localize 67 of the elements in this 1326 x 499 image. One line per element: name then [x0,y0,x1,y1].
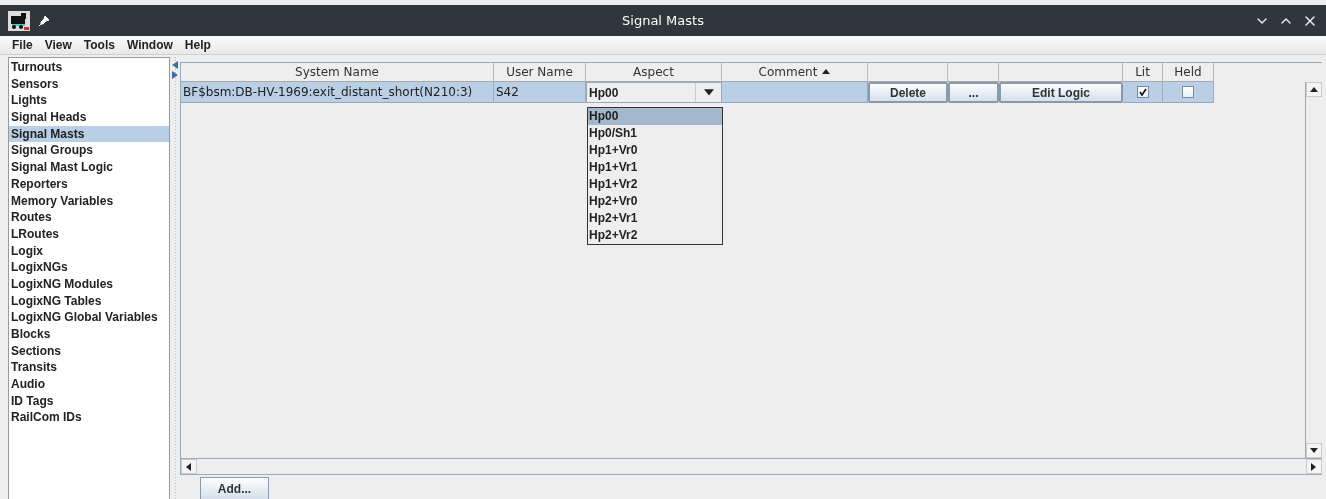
sidebar-item[interactable]: Turnouts [9,59,169,76]
scroll-down-icon [1310,446,1318,455]
sidebar-item[interactable]: Blocks [9,326,169,343]
sidebar-item[interactable]: LogixNG Modules [9,275,169,293]
dropdown-option[interactable]: Hp1+Vr1 [588,159,722,176]
scroll-up-button[interactable] [1306,82,1322,97]
collapse-left-icon[interactable] [172,61,178,69]
dropdown-option[interactable]: Hp2+Vr2 [588,227,722,244]
sidebar-item[interactable]: Memory Variables [9,192,169,210]
sidebar-item[interactable]: ID Tags [9,392,169,410]
sidebar-item[interactable]: Logix [9,242,169,260]
sidebar-item[interactable]: LogixNG Global Variables [9,309,169,326]
sidebar-item[interactable]: LRoutes [9,225,169,243]
scroll-left-icon [185,462,193,471]
sidebar-item[interactable]: Signal Mast Logic [9,159,169,176]
scroll-right-button[interactable] [1306,459,1322,474]
sidebar-item[interactable]: LogixNG Tables [9,292,169,310]
sidebar-item[interactable]: Lights [9,92,169,110]
edit-logic-button[interactable]: Edit Logic [999,82,1123,103]
table-cell: S42 [494,82,586,103]
sidebar-item[interactable]: Signal Groups [9,142,169,160]
column-header[interactable]: Held [1163,63,1214,82]
dropdown-option[interactable]: Hp0/Sh1 [588,125,722,142]
sidebar-item[interactable]: RailCom IDs [9,409,169,427]
delete-button[interactable]: Delete [868,82,948,103]
scroll-down-button[interactable] [1306,443,1322,458]
sort-ascending-icon [822,68,831,76]
table-cell: BF$bsm:DB-HV-1969:exit_distant_short(N210:3) [181,82,494,103]
column-header[interactable]: System Name [181,63,494,82]
scroll-left-button[interactable] [181,459,197,474]
menu-item[interactable]: Tools [77,38,121,52]
dropdown-option[interactable]: Hp00 [588,108,722,125]
menu-item[interactable]: View [38,38,78,52]
column-header[interactable]: Comment [722,63,868,82]
menu-item[interactable]: Help [178,38,217,52]
sidebar-item[interactable]: Sections [9,342,169,360]
horizontal-scrollbar[interactable] [181,458,1322,474]
held-checkbox[interactable] [1182,86,1194,98]
sidebar-item[interactable]: Sensors [9,75,169,93]
sidebar-item[interactable]: LogixNGs [9,259,169,276]
sidebar-item[interactable]: Reporters [9,175,169,193]
scroll-right-icon [1310,462,1318,471]
pin-icon[interactable] [38,14,50,27]
sidebar-item[interactable]: Signal Masts [9,125,169,143]
caret-icon [703,87,714,98]
window-title: Signal Masts [622,13,704,28]
column-header[interactable]: User Name [494,63,586,82]
lit-checkbox[interactable] [1136,86,1149,98]
column-header[interactable]: Lit [1123,63,1163,82]
sidebar-item[interactable]: Transits [9,359,169,377]
add-button[interactable]: Add... [200,477,269,499]
menu-item[interactable]: File [6,38,39,52]
expand-right-icon[interactable] [172,71,178,79]
vertical-scrollbar[interactable] [1305,82,1322,458]
more-button[interactable]: ... [948,82,999,103]
dropdown-option[interactable]: Hp2+Vr0 [588,193,722,210]
sidebar-item[interactable]: Signal Heads [9,109,169,126]
dropdown-option[interactable]: Hp1+Vr0 [588,142,722,159]
dropdown-option[interactable]: Hp2+Vr1 [588,210,722,227]
scroll-up-icon [1310,85,1318,94]
menu-item[interactable]: Window [120,38,179,52]
aspect-dropdown[interactable]: Hp00 [586,82,722,103]
sidebar-item[interactable]: Audio [9,376,169,393]
dropdown-option[interactable]: Hp1+Vr2 [588,176,722,193]
locomotive-icon [8,10,30,31]
sidebar-item[interactable]: Routes [9,209,169,226]
column-header[interactable]: Aspect [586,63,722,82]
